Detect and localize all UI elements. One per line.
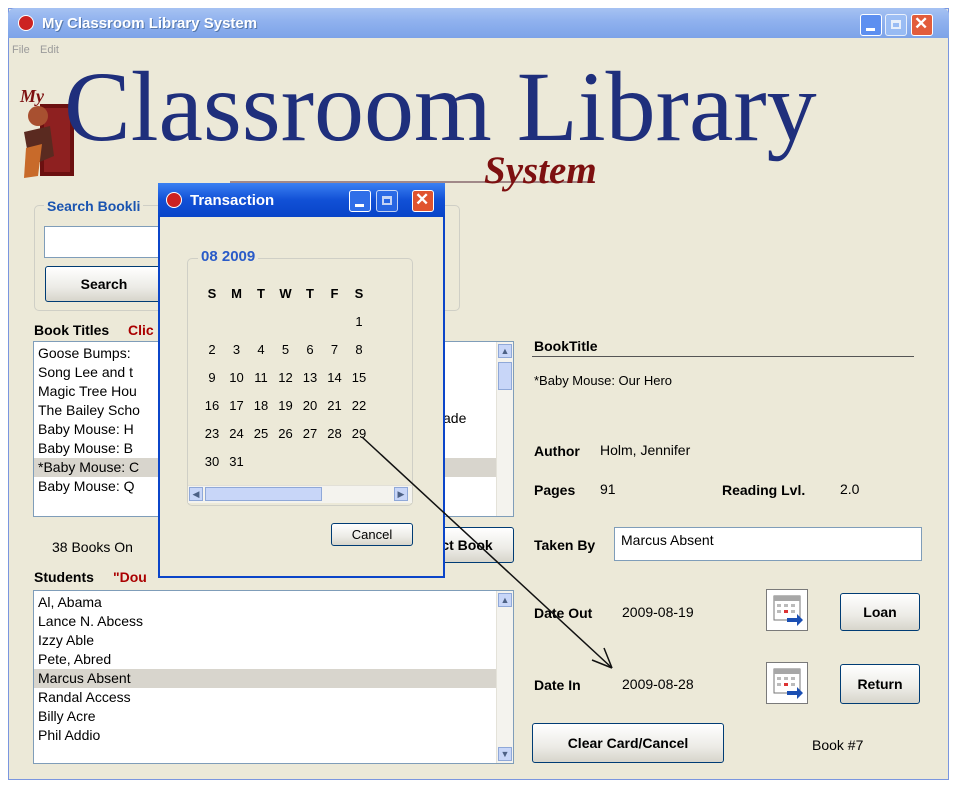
annotation-arrow <box>361 436 613 669</box>
